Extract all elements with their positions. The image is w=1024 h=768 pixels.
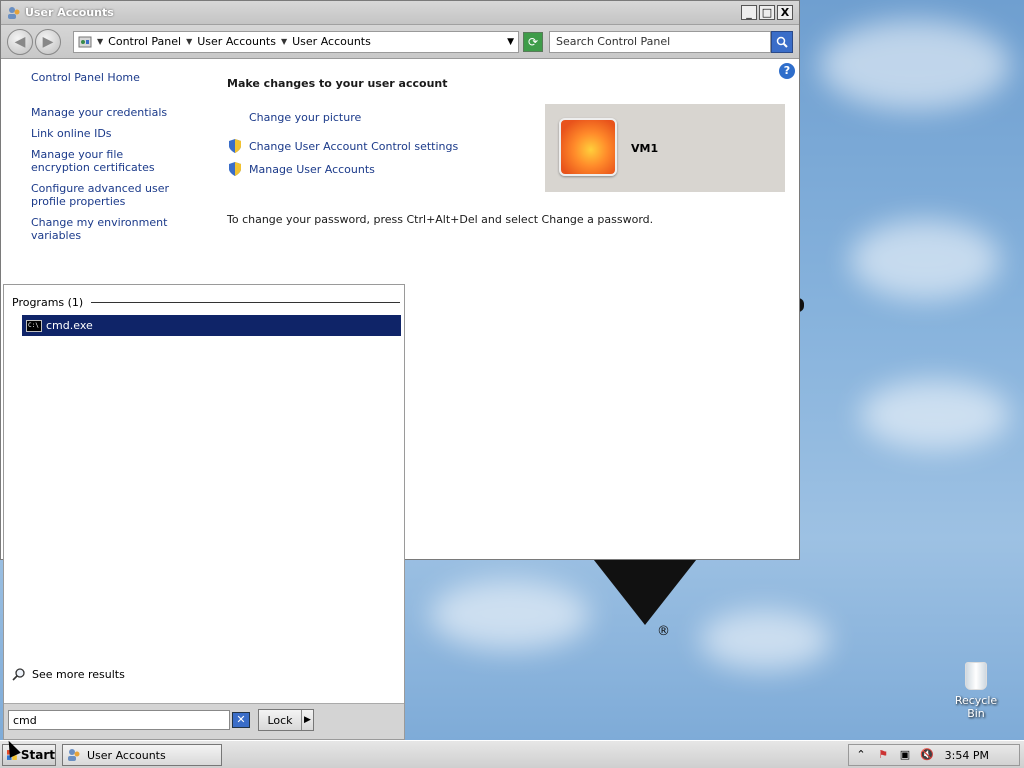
- registered-mark: ®: [657, 624, 670, 639]
- see-more-label: See more results: [32, 667, 125, 681]
- recycle-bin-desktop-icon[interactable]: Recycle Bin: [946, 662, 1006, 720]
- search-result-item[interactable]: C:\ cmd.exe: [22, 315, 401, 336]
- breadcrumb-arrow-icon[interactable]: ▼: [186, 37, 192, 46]
- desktop-cloud: [700, 610, 830, 670]
- minimize-button[interactable]: _: [741, 5, 757, 20]
- window-title: User Accounts: [25, 6, 114, 19]
- breadcrumb-user-accounts[interactable]: User Accounts: [197, 35, 276, 48]
- command-prompt-icon: C:\: [26, 319, 42, 332]
- search-button[interactable]: [771, 30, 793, 53]
- user-avatar[interactable]: [559, 118, 617, 176]
- clear-search-button[interactable]: ✕: [232, 712, 250, 728]
- taskbar-user-accounts-button[interactable]: User Accounts: [62, 744, 222, 766]
- breadcrumb-arrow-icon[interactable]: ▼: [281, 37, 287, 46]
- uac-settings-label: Change User Account Control settings: [249, 139, 459, 153]
- search-placeholder: Search Control Panel: [556, 35, 671, 48]
- search-control-panel-input[interactable]: Search Control Panel: [549, 30, 771, 53]
- address-dropdown-icon[interactable]: ▼: [507, 37, 514, 47]
- forward-button[interactable]: ▶: [35, 28, 61, 55]
- title-bar[interactable]: User Accounts _ □ X: [1, 1, 799, 25]
- lock-label: Lock: [267, 713, 293, 727]
- taskbar-button-label: User Accounts: [87, 748, 166, 762]
- system-tray: ⌃ ⚑ ▣ 🔇 3:54 PM: [848, 744, 1020, 766]
- start-label: Start: [20, 748, 55, 762]
- manage-user-accounts-label: Manage User Accounts: [249, 162, 375, 176]
- environment-variables-link[interactable]: Change my environment variables: [31, 216, 211, 242]
- control-panel-home-link[interactable]: Control Panel Home: [31, 71, 211, 84]
- breadcrumb-user-accounts-current[interactable]: User Accounts: [292, 35, 371, 48]
- user-accounts-icon: [68, 749, 80, 761]
- search-result-label: cmd.exe: [46, 319, 93, 332]
- close-button[interactable]: X: [777, 5, 793, 20]
- see-more-results-link[interactable]: See more results: [12, 667, 125, 681]
- lock-button[interactable]: Lock ▶: [258, 709, 314, 731]
- desktop-cloud: [820, 20, 1010, 110]
- clear-icon: ✕: [236, 713, 246, 726]
- refresh-icon: ⟳: [527, 34, 539, 49]
- forward-arrow-icon: ▶: [42, 33, 54, 50]
- manage-credentials-link[interactable]: Manage your credentials: [31, 106, 211, 119]
- refresh-button[interactable]: ⟳: [523, 31, 543, 52]
- user-profile-tile: VM1: [545, 104, 785, 192]
- desktop-cloud: [860, 380, 1010, 450]
- start-search-input[interactable]: [8, 710, 230, 730]
- network-icon[interactable]: ▣: [897, 748, 913, 762]
- programs-group-header: Programs (1): [12, 296, 400, 309]
- control-panel-icon: [78, 36, 92, 47]
- start-menu-panel: Programs (1) C:\ cmd.exe See more result…: [3, 284, 405, 740]
- recycle-bin-label: Recycle Bin: [954, 694, 998, 720]
- back-button[interactable]: ◀: [7, 28, 33, 55]
- action-center-flag-icon[interactable]: ⚑: [875, 748, 891, 762]
- taskbar: Start User Accounts ⌃ ⚑ ▣ 🔇 3:54 PM: [0, 740, 1024, 768]
- wallpaper-logo: [590, 555, 700, 625]
- search-icon: [776, 36, 788, 48]
- maximize-button[interactable]: □: [759, 5, 775, 20]
- uac-shield-icon: [229, 162, 241, 176]
- breadcrumb-control-panel[interactable]: Control Panel: [108, 35, 181, 48]
- uac-shield-icon: [229, 139, 241, 153]
- lock-options-arrow-icon[interactable]: ▶: [301, 710, 313, 730]
- programs-header-label: Programs (1): [12, 296, 84, 309]
- start-search-row: ✕ Lock ▶: [4, 703, 404, 739]
- recycle-bin-icon: [965, 662, 987, 690]
- desktop-cloud: [430, 580, 590, 650]
- advanced-profile-link[interactable]: Configure advanced user profile properti…: [31, 182, 201, 208]
- page-heading: Make changes to your user account: [227, 77, 448, 90]
- change-picture-label: Change your picture: [249, 111, 362, 124]
- link-online-ids-link[interactable]: Link online IDs: [31, 127, 211, 140]
- password-info-text: To change your password, press Ctrl+Alt+…: [227, 213, 654, 226]
- desktop-cloud: [850, 220, 1000, 300]
- clock[interactable]: 3:54 PM: [945, 749, 989, 762]
- back-arrow-icon: ◀: [14, 33, 26, 50]
- breadcrumb-arrow-icon[interactable]: ▼: [97, 37, 103, 46]
- show-hidden-icons-icon[interactable]: ⌃: [853, 748, 869, 762]
- address-row: ◀ ▶ ▼ Control Panel ▼ User Accounts ▼ Us…: [1, 25, 799, 59]
- user-accounts-icon: [8, 6, 20, 19]
- volume-icon[interactable]: 🔇: [919, 748, 935, 762]
- magnifier-icon: [12, 668, 25, 681]
- address-bar[interactable]: ▼ Control Panel ▼ User Accounts ▼ User A…: [73, 30, 519, 53]
- user-name: VM1: [631, 142, 659, 155]
- file-encryption-link[interactable]: Manage your file encryption certificates: [31, 148, 181, 174]
- left-navigation: Control Panel Home Manage your credentia…: [31, 71, 211, 242]
- header-divider: [91, 302, 400, 303]
